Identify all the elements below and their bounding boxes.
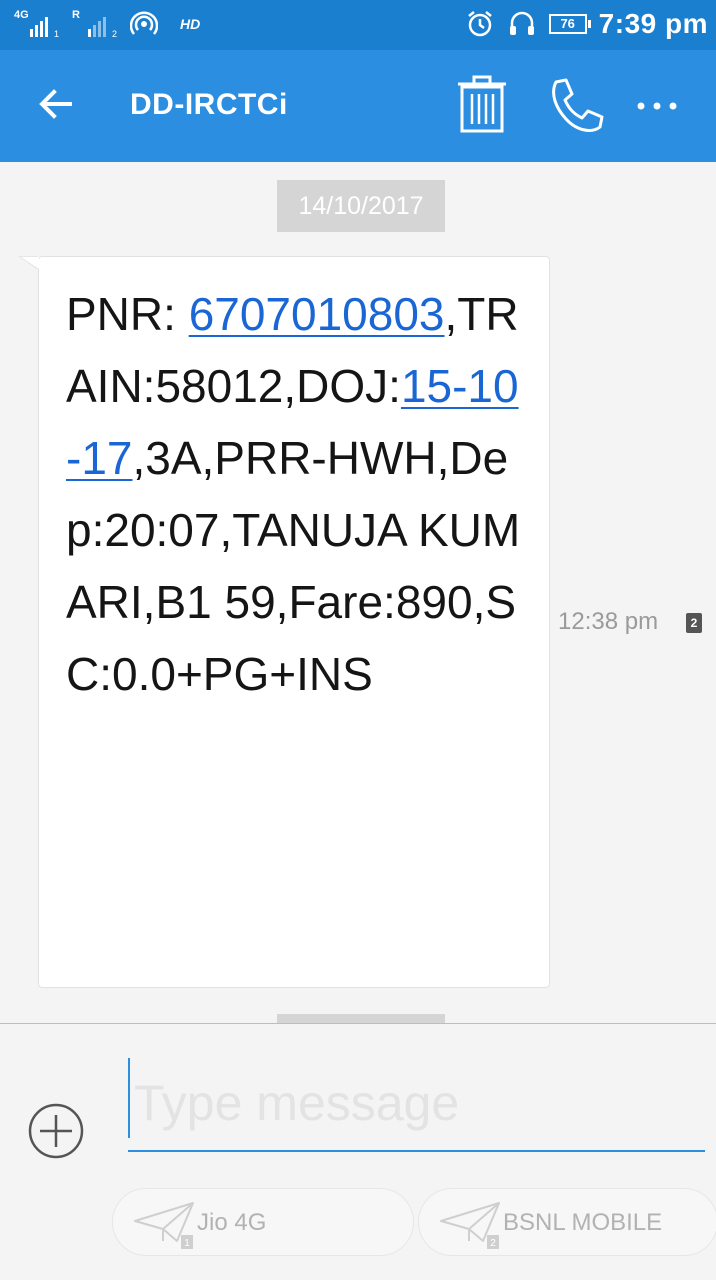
sim2-badge: 2 (490, 1238, 496, 1249)
send-sim2-label: BSNL MOBILE (503, 1209, 663, 1236)
headset-icon (509, 11, 534, 35)
sim2-network-label: R (72, 9, 80, 21)
send-plane-icon: 1 (134, 1202, 194, 1249)
sim-badge-icon: 2 (686, 613, 702, 633)
bubble-tail-inner (21, 257, 39, 269)
back-arrow-icon[interactable] (34, 82, 78, 126)
battery-icon: 76 (548, 14, 591, 34)
date-separator: 14/10/2017 (277, 180, 445, 232)
hd-indicator: HD (180, 16, 201, 32)
message-text: PNR: 6707010803,TRAIN:58012,DOJ:15-10-17… (66, 278, 526, 710)
message-text-rest: ,3A,PRR-HWH,Dep:20:07,TANUJA KUMARI,B1 5… (66, 432, 521, 700)
send-sim1-label: Jio 4G (197, 1209, 267, 1236)
message-time: 12:38 pm (558, 608, 659, 635)
message-input[interactable] (128, 1058, 705, 1148)
phone-icon[interactable] (546, 76, 606, 136)
hotspot-icon (130, 11, 158, 35)
message-text-prefix: PNR: (66, 288, 189, 340)
conversation-title: DD-IRCTCi (130, 88, 288, 121)
pnr-link[interactable]: 6707010803 (189, 288, 445, 340)
compose-divider (0, 1023, 716, 1024)
message-input-wrapper (128, 1058, 705, 1152)
app-bar: DD-IRCTCi (0, 50, 716, 162)
battery-level: 76 (560, 16, 575, 31)
alarm-icon (467, 11, 492, 37)
send-plane-icon: 2 (440, 1202, 500, 1249)
sim1-network-label: 4G (14, 9, 29, 21)
sim1-signal-icon: 4G 1 (14, 9, 62, 39)
sim1-sub-label: 1 (54, 29, 60, 39)
sim2-signal-icon: R 2 (72, 9, 120, 39)
sim1-badge: 1 (184, 1238, 190, 1249)
trash-icon[interactable] (455, 74, 509, 134)
add-attachment-icon[interactable] (28, 1103, 84, 1159)
send-sim2-button[interactable]: 2 BSNL MOBILE (418, 1188, 716, 1256)
send-sim1-button[interactable]: 1 Jio 4G (112, 1188, 414, 1256)
more-icon[interactable] (632, 86, 682, 126)
sim2-sub-label: 2 (112, 29, 118, 39)
status-bar: 4G 1 R 2 HD 76 7:39 pm (0, 0, 716, 50)
status-time: 7:39 pm (598, 8, 708, 39)
